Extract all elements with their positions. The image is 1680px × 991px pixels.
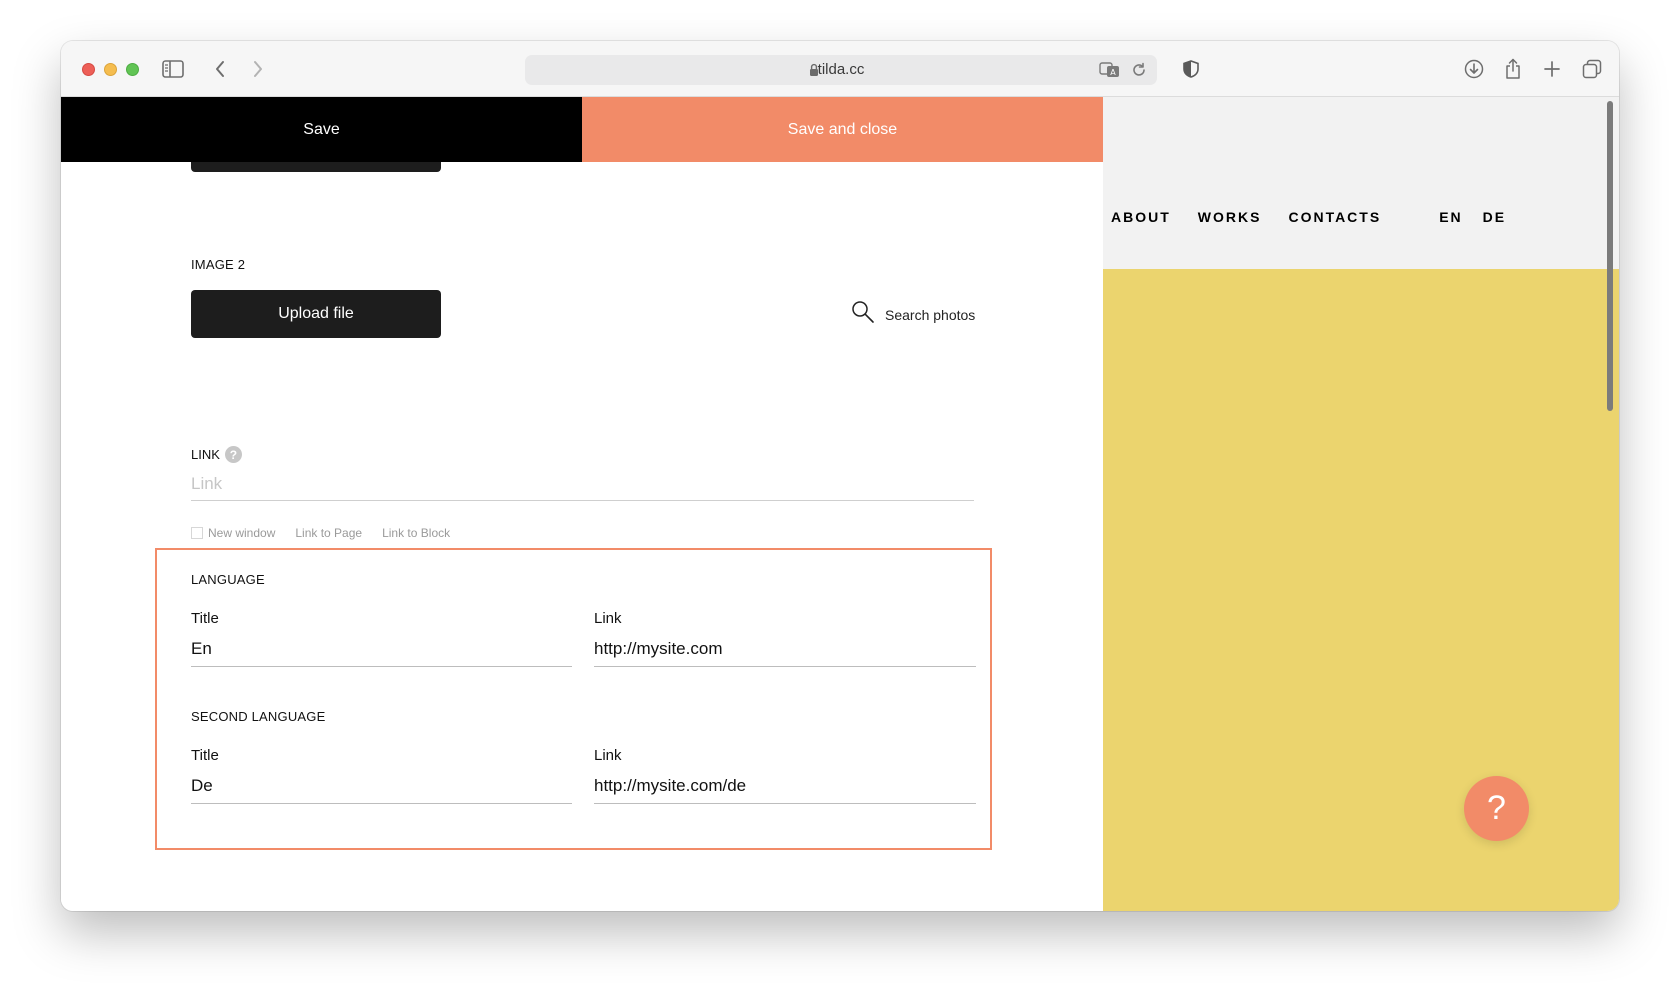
- preview-nav: ABOUT WORKS CONTACTS EN DE: [1111, 209, 1506, 225]
- reload-icon[interactable]: [1131, 62, 1147, 83]
- block-settings-panel: IMAGE 2 Upload file Search photos LINK ?…: [61, 162, 1103, 911]
- language-title-input[interactable]: [191, 631, 572, 667]
- lang-de-link[interactable]: DE: [1483, 209, 1506, 225]
- second-language-title-label: Title: [191, 747, 219, 764]
- nav-about-link[interactable]: ABOUT: [1111, 209, 1171, 225]
- preview-header: ABOUT WORKS CONTACTS EN DE: [1103, 97, 1619, 269]
- address-url: tilda.cc: [817, 61, 865, 78]
- language-title-label: Title: [191, 610, 219, 627]
- link-to-page-option[interactable]: Link to Page: [295, 526, 362, 540]
- help-icon[interactable]: ?: [224, 446, 242, 463]
- search-photos-link[interactable]: Search photos: [851, 300, 975, 329]
- sidebar-toggle-icon[interactable]: [160, 57, 186, 81]
- help-button[interactable]: ?: [1464, 776, 1529, 841]
- close-window-button[interactable]: [82, 63, 95, 76]
- forward-icon[interactable]: [245, 57, 271, 81]
- nav-contacts-link[interactable]: CONTACTS: [1288, 209, 1381, 225]
- link-field-label: LINK ?: [191, 446, 242, 463]
- browser-toolbar: tilda.cc A: [61, 41, 1619, 97]
- search-icon: [851, 300, 875, 329]
- translate-icon[interactable]: A: [1099, 62, 1121, 83]
- downloads-icon[interactable]: [1461, 57, 1487, 81]
- preview-scrollbar[interactable]: [1607, 101, 1613, 411]
- link-label-text: LINK: [191, 447, 220, 462]
- link-options: New window Link to Page Link to Block: [191, 526, 470, 540]
- image-2-label: IMAGE 2: [191, 257, 246, 272]
- second-language-title-input[interactable]: [191, 768, 572, 804]
- save-and-close-button[interactable]: Save and close: [582, 97, 1103, 162]
- tab-overview-icon[interactable]: [1579, 57, 1605, 81]
- new-window-checkbox[interactable]: [191, 527, 203, 539]
- language-link-input[interactable]: [594, 631, 976, 667]
- second-language-label: SECOND LANGUAGE: [191, 709, 326, 724]
- zoom-window-button[interactable]: [126, 63, 139, 76]
- save-bar: Save Save and close: [61, 97, 1103, 162]
- minimize-window-button[interactable]: [104, 63, 117, 76]
- address-bar[interactable]: tilda.cc A: [525, 55, 1157, 85]
- second-language-link-input[interactable]: [594, 768, 976, 804]
- language-link-label: Link: [594, 610, 622, 627]
- browser-window: tilda.cc A Save Save and close IMAGE 2 U…: [61, 41, 1619, 911]
- new-tab-icon[interactable]: [1539, 57, 1565, 81]
- search-photos-label: Search photos: [885, 306, 976, 323]
- link-to-block-option[interactable]: Link to Block: [382, 526, 450, 540]
- upload-file-button[interactable]: Upload file: [191, 290, 441, 338]
- new-window-option[interactable]: New window: [208, 526, 275, 540]
- shield-icon[interactable]: [1178, 57, 1204, 81]
- language-settings-highlight: LANGUAGE Title Link SECOND LANGUAGE Titl…: [155, 548, 992, 850]
- nav-works-link[interactable]: WORKS: [1198, 209, 1262, 225]
- language-label: LANGUAGE: [191, 572, 265, 587]
- save-button[interactable]: Save: [61, 97, 582, 162]
- share-icon[interactable]: [1500, 57, 1526, 81]
- second-language-link-label: Link: [594, 747, 622, 764]
- link-input[interactable]: [191, 467, 974, 501]
- svg-text:A: A: [1110, 68, 1116, 77]
- previous-upload-button-edge[interactable]: [191, 162, 441, 172]
- back-icon[interactable]: [207, 57, 233, 81]
- lang-en-link[interactable]: EN: [1439, 209, 1462, 225]
- site-preview: ABOUT WORKS CONTACTS EN DE: [1103, 97, 1619, 911]
